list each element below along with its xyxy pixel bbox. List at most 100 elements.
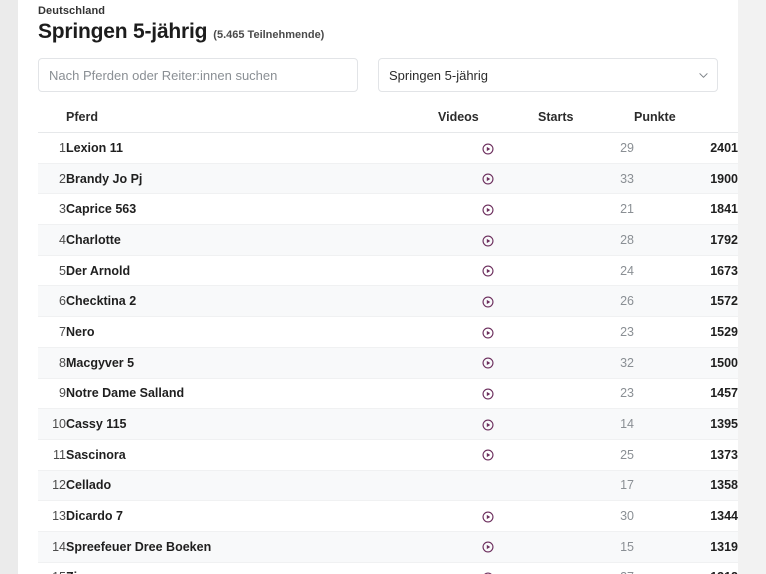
cell-starts: 26 [538, 286, 634, 317]
cell-rank: 5 [38, 255, 66, 286]
cell-horse-name[interactable]: Sascinora [66, 439, 438, 470]
table-row[interactable]: 5Der Arnold 241673 [38, 255, 738, 286]
cell-horse-name[interactable]: Lexion 11 [66, 133, 438, 164]
cell-rank: 4 [38, 225, 66, 256]
table-head: Pferd Videos Starts Punkte [38, 110, 738, 133]
play-circle-icon[interactable] [482, 541, 494, 553]
play-circle-icon[interactable] [482, 419, 494, 431]
play-circle-icon[interactable] [482, 265, 494, 277]
cell-horse-name[interactable]: Cellado [66, 470, 438, 501]
table-row[interactable]: 3Caprice 563211841 [38, 194, 738, 225]
cell-horse-name[interactable]: Macgyver 5 [66, 347, 438, 378]
table-row[interactable]: 12Cellado171358 [38, 470, 738, 501]
table-row[interactable]: 10Cassy 115141395 [38, 409, 738, 440]
cell-points: 1312 [634, 562, 738, 574]
cell-points: 1344 [634, 501, 738, 532]
cell-videos[interactable] [438, 133, 538, 164]
table-row[interactable]: 7Nero 231529 [38, 317, 738, 348]
cell-videos[interactable] [438, 194, 538, 225]
discipline-select[interactable]: Springen 5-jährig [378, 58, 718, 92]
play-circle-icon[interactable] [482, 173, 494, 185]
cell-videos[interactable] [438, 163, 538, 194]
table-row[interactable]: 6Checktina 2 261572 [38, 286, 738, 317]
table-row[interactable]: 2Brandy Jo Pj331900 [38, 163, 738, 194]
cell-horse-name[interactable]: Spreefeuer Dree Boeken [66, 531, 438, 562]
play-circle-icon[interactable] [482, 235, 494, 247]
cell-rank: 2 [38, 163, 66, 194]
column-header-starts: Starts [538, 110, 634, 133]
table-row[interactable]: 8Macgyver 5321500 [38, 347, 738, 378]
cell-rank: 13 [38, 501, 66, 532]
page-root: Deutschland Springen 5-jährig (5.465 Tei… [0, 0, 766, 574]
cell-points: 1792 [634, 225, 738, 256]
table-row[interactable]: 13Dicardo 7301344 [38, 501, 738, 532]
cell-starts: 23 [538, 317, 634, 348]
cell-starts: 33 [538, 163, 634, 194]
play-circle-icon[interactable] [482, 327, 494, 339]
cell-videos[interactable] [438, 501, 538, 532]
search-input[interactable] [38, 58, 358, 92]
cell-horse-name[interactable]: Charlotte [66, 225, 438, 256]
cell-horse-name[interactable]: Der Arnold [66, 255, 438, 286]
cell-videos[interactable] [438, 531, 538, 562]
play-circle-icon[interactable] [482, 357, 494, 369]
cell-starts: 24 [538, 255, 634, 286]
play-circle-icon[interactable] [482, 511, 494, 523]
cell-points: 1395 [634, 409, 738, 440]
cell-horse-name[interactable]: Cassy 115 [66, 409, 438, 440]
cell-videos[interactable] [438, 378, 538, 409]
cell-points: 1673 [634, 255, 738, 286]
main-content: Deutschland Springen 5-jährig (5.465 Tei… [18, 0, 738, 574]
page-gutter-left [0, 0, 18, 574]
cell-rank: 3 [38, 194, 66, 225]
cell-horse-name[interactable]: Caprice 563 [66, 194, 438, 225]
cell-videos[interactable] [438, 286, 538, 317]
cell-videos[interactable] [438, 409, 538, 440]
cell-points: 1373 [634, 439, 738, 470]
cell-horse-name[interactable]: Zinero [66, 562, 438, 574]
table-row[interactable]: 1Lexion 11292401 [38, 133, 738, 164]
cell-videos[interactable] [438, 347, 538, 378]
page-title-row: Springen 5-jährig (5.465 Teilnehmende) [28, 17, 728, 44]
cell-videos[interactable] [438, 255, 538, 286]
play-circle-icon[interactable] [482, 143, 494, 155]
cell-rank: 1 [38, 133, 66, 164]
table-row[interactable]: 15Zinero271312 [38, 562, 738, 574]
cell-starts: 28 [538, 225, 634, 256]
cell-horse-name[interactable]: Nero [66, 317, 438, 348]
participants-count: (5.465 Teilnehmende) [213, 29, 324, 41]
cell-rank: 11 [38, 439, 66, 470]
play-circle-icon[interactable] [482, 296, 494, 308]
table-row[interactable]: 4Charlotte 281792 [38, 225, 738, 256]
cell-starts: 14 [538, 409, 634, 440]
cell-horse-name[interactable]: Dicardo 7 [66, 501, 438, 532]
cell-rank: 6 [38, 286, 66, 317]
cell-starts: 17 [538, 470, 634, 501]
cell-starts: 15 [538, 531, 634, 562]
ranking-table: Pferd Videos Starts Punkte 1Lexion 11292… [38, 110, 738, 574]
cell-horse-name[interactable]: Checktina 2 [66, 286, 438, 317]
cell-points: 2401 [634, 133, 738, 164]
play-circle-icon[interactable] [482, 449, 494, 461]
cell-points: 1529 [634, 317, 738, 348]
column-header-rank [38, 110, 66, 133]
play-circle-icon[interactable] [482, 204, 494, 216]
breadcrumb: Deutschland [28, 0, 728, 17]
play-circle-icon[interactable] [482, 388, 494, 400]
cell-rank: 14 [38, 531, 66, 562]
cell-videos[interactable] [438, 439, 538, 470]
cell-videos[interactable] [438, 225, 538, 256]
cell-starts: 21 [538, 194, 634, 225]
cell-starts: 32 [538, 347, 634, 378]
cell-videos [438, 470, 538, 501]
table-row[interactable]: 14Spreefeuer Dree Boeken 151319 [38, 531, 738, 562]
cell-videos[interactable] [438, 562, 538, 574]
cell-points: 1319 [634, 531, 738, 562]
cell-videos[interactable] [438, 317, 538, 348]
cell-horse-name[interactable]: Notre Dame Salland [66, 378, 438, 409]
table-row[interactable]: 9Notre Dame Salland231457 [38, 378, 738, 409]
cell-points: 1572 [634, 286, 738, 317]
table-row[interactable]: 11Sascinora251373 [38, 439, 738, 470]
cell-rank: 7 [38, 317, 66, 348]
cell-horse-name[interactable]: Brandy Jo Pj [66, 163, 438, 194]
